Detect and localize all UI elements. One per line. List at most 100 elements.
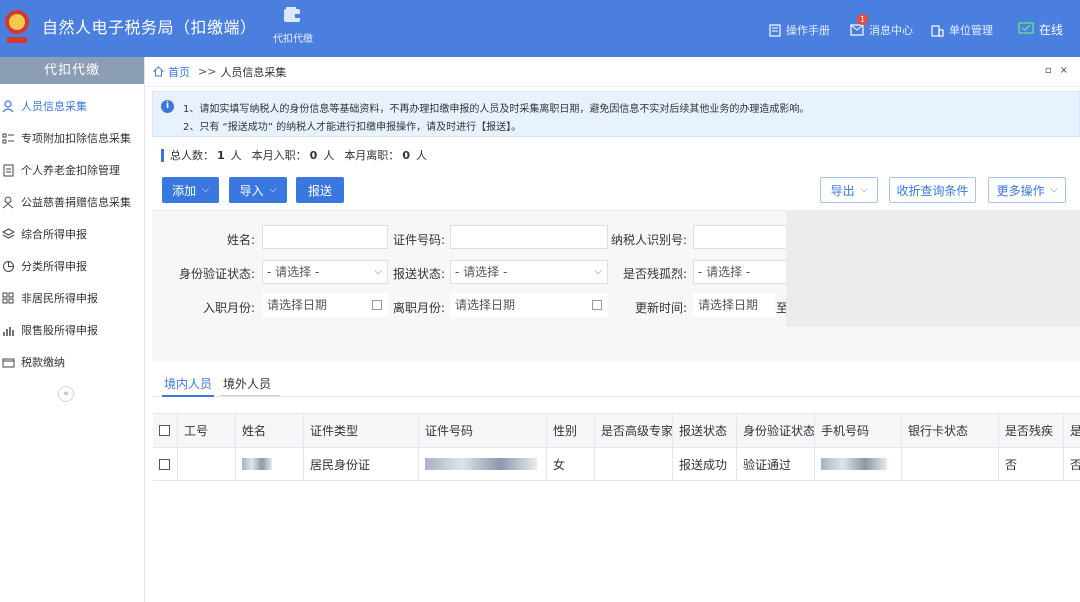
column-header[interactable]: 性别 [547, 414, 595, 447]
column-header[interactable]: 手机号码 [815, 414, 902, 447]
name-cell [236, 448, 304, 480]
personnel-tabs: 境内人员 境外人员 [152, 371, 1080, 397]
sidebar-item-pension[interactable]: 个人养老金扣除管理 [0, 154, 144, 186]
disabled-select[interactable]: - 请选择 - [693, 260, 788, 284]
id-no-cell [419, 448, 547, 480]
tab-domestic[interactable]: 境内人员 [164, 375, 212, 392]
leave-month-input[interactable]: 请选择日期 [450, 293, 608, 317]
wallet-icon [284, 7, 301, 22]
select-all-checkbox[interactable] [159, 425, 170, 436]
tab-foreign[interactable]: 境外人员 [223, 375, 271, 392]
collapse-query-button[interactable]: 收折查询条件 [889, 177, 976, 203]
column-header[interactable]: 是否高级专家 [595, 414, 673, 447]
name-label: 姓名: [226, 233, 255, 247]
export-button[interactable]: 导出 ⌵ [820, 177, 878, 203]
window-controls[interactable]: ▫× [1045, 65, 1076, 76]
messages-badge: 1 [857, 14, 869, 25]
column-header[interactable]: 是否残疾 [999, 414, 1064, 447]
pie-icon [3, 260, 14, 272]
column-header[interactable]: 证件类型 [304, 414, 419, 447]
module-withholding-button[interactable]: 代扣代缴 [268, 6, 318, 52]
sidebar-item-nonresident[interactable]: 非居民所得申报 [0, 282, 144, 314]
more-actions-label: 更多操作 [996, 183, 1045, 198]
submit-button[interactable]: 报送 [296, 177, 344, 203]
online-label: 在线 [1039, 22, 1064, 37]
column-header[interactable]: 证件号码 [419, 414, 547, 447]
row-checkbox-cell[interactable] [153, 448, 178, 480]
unit-management-button[interactable]: 单位管理 [931, 22, 993, 38]
table-row[interactable]: 居民身份证 女 报送成功 验证通过 否 否 [153, 448, 1080, 481]
truncated-cell: 否 [1070, 457, 1080, 472]
disabled-value: - 请选择 - [698, 265, 751, 279]
submit-status-value: - 请选择 - [455, 265, 508, 279]
collapse-query-label: 收折查询条件 [896, 183, 969, 198]
wallet-icon [2, 358, 15, 367]
column-header[interactable]: 身份验证状态 [737, 414, 815, 447]
sidebar-item-donation[interactable]: 公益慈善捐赠信息采集 [0, 186, 144, 218]
submit-status-cell: 报送成功 [673, 448, 737, 480]
calendar-icon [592, 300, 602, 310]
column-header[interactable]: 报送状态 [673, 414, 737, 447]
total-label: 总人数： [170, 149, 214, 162]
update-time-placeholder: 请选择日期 [698, 298, 759, 312]
sidebar-item-comprehensive-income[interactable]: 综合所得申报 [0, 218, 144, 250]
column-header[interactable]: 姓名 [236, 414, 304, 447]
disabled-label: 是否残孤烈: [622, 267, 687, 281]
name-input[interactable] [262, 225, 388, 249]
submit-label: 报送 [307, 183, 332, 198]
tab-divider [220, 395, 280, 396]
export-label: 导出 [830, 183, 855, 198]
sidebar-item-special-deduction[interactable]: 专项附加扣除信息采集 [0, 122, 144, 154]
submit-status-select[interactable]: - 请选择 - ⌵ [450, 260, 608, 284]
main-content: 首页 >> 人员信息采集 ▫× i 1、请如实填写纳税人的身份信息等基础资料，不… [145, 57, 1080, 602]
column-header[interactable]: 银行卡状态 [902, 414, 999, 447]
update-time-input[interactable]: 请选择日期 [693, 293, 775, 317]
messages-button[interactable]: 1 消息中心 [850, 14, 913, 38]
online-status[interactable]: 在线 [1018, 21, 1063, 37]
joined-unit: 人 [323, 149, 335, 162]
left-label: 本月离职： [344, 149, 400, 162]
breadcrumb-home-link[interactable]: 首页 [168, 64, 190, 80]
id-verify-select[interactable]: - 请选择 - ⌵ [262, 260, 388, 284]
update-time-label: 更新时间: [634, 301, 687, 315]
mail-icon [850, 24, 864, 36]
sidebar-item-label: 公益慈善捐赠信息采集 [21, 196, 131, 209]
bar-chart-icon [3, 326, 14, 336]
column-header[interactable]: 工号 [178, 414, 236, 447]
submit-status-label: 报送状态: [392, 267, 445, 281]
sidebar-item-label: 综合所得申报 [21, 228, 87, 241]
sidebar-item-label: 分类所得申报 [21, 260, 87, 273]
manual-button[interactable]: 操作手册 [769, 22, 830, 38]
row-checkbox[interactable] [159, 458, 170, 470]
entry-month-input[interactable]: 请选择日期 [262, 293, 388, 317]
sidebar-collapse-button[interactable]: « [58, 386, 74, 402]
user-icon [2, 99, 14, 112]
chevron-down-icon: ⌵ [202, 185, 209, 195]
top-header: 自然人电子税务局（扣缴端） 代扣代缴 操作手册 1 消息中心 单位管理 在线 [0, 0, 1080, 57]
sidebar-item-tax-payment[interactable]: 税款缴纳 [0, 346, 144, 378]
redacted-name [242, 458, 272, 470]
home-icon [153, 66, 164, 77]
total-unit: 人 [230, 149, 242, 162]
gender-cell: 女 [547, 448, 595, 480]
more-actions-button[interactable]: 更多操作 ⌵ [988, 177, 1066, 203]
column-header[interactable]: 是 [1064, 414, 1080, 447]
redacted-area [786, 210, 1080, 327]
manual-label: 操作手册 [786, 24, 830, 37]
redacted-id-no [425, 458, 537, 470]
sidebar-item-personnel[interactable]: 人员信息采集 [0, 90, 144, 122]
sidebar-item-restricted-shares[interactable]: 限售股所得申报 [0, 314, 144, 346]
chevron-down-icon: ⌵ [594, 266, 602, 277]
add-button[interactable]: 添加 ⌵ [162, 177, 219, 203]
entry-month-placeholder: 请选择日期 [267, 298, 328, 312]
taxpayer-id-input[interactable] [693, 225, 788, 249]
senior-expert-cell [595, 448, 673, 480]
id-no-input[interactable] [450, 225, 608, 249]
to-label: 至 [776, 301, 789, 315]
import-button[interactable]: 导入 ⌵ [229, 177, 287, 203]
sidebar-item-label: 人员信息采集 [21, 100, 87, 113]
sidebar-item-classified-income[interactable]: 分类所得申报 [0, 250, 144, 282]
import-label: 导入 [239, 183, 264, 198]
header-checkbox-cell[interactable] [153, 414, 178, 447]
breadcrumb: 首页 >> 人员信息采集 ▫× [145, 57, 1080, 87]
